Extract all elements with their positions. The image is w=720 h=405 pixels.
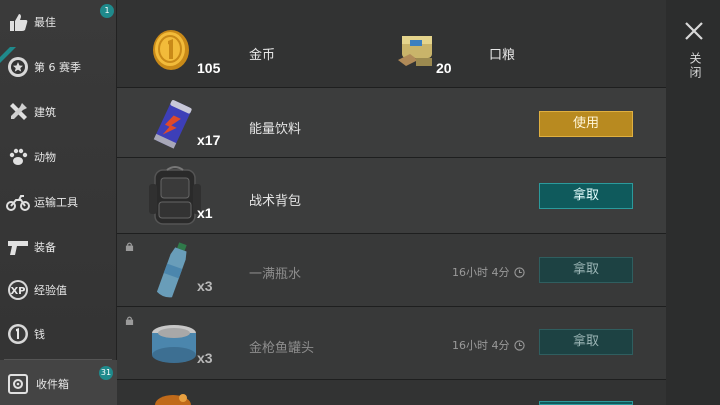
sidebar-item-label: 收件箱 (36, 378, 69, 391)
gold-coin-icon (153, 30, 189, 70)
item-quantity: x1 (197, 205, 213, 221)
motorcycle-icon (6, 190, 30, 214)
energy-drink-icon (153, 100, 192, 149)
close-button-label[interactable]: 关闭 (684, 52, 704, 80)
lock-icon (125, 316, 134, 325)
take-button-partial[interactable] (539, 401, 633, 405)
sidebar-item-season[interactable]: 第 6 赛季 (0, 45, 117, 89)
roast-chicken-icon (155, 394, 191, 405)
inbox-list: 105 金币 20 口粮 x17 能量饮料 使用 x1 战术背包 拿取 x3 一… (117, 0, 666, 405)
take-button[interactable]: 拿取 (539, 257, 633, 283)
notification-badge: 1 (100, 4, 114, 18)
sidebar-item-label: 动物 (34, 151, 56, 164)
list-item: x1 战术背包 拿取 (117, 158, 666, 234)
sidebar-item-money[interactable]: 钱 (0, 312, 117, 356)
sidebar-item-label: 经验值 (34, 284, 67, 297)
category-sidebar: 最佳 1 第 6 赛季 建筑 动物 运输工具 装备 XP 经验值 钱 收件箱 3… (0, 0, 117, 405)
list-item: 105 金币 20 口粮 (117, 0, 666, 88)
tools-icon (6, 100, 30, 124)
clock-icon (513, 266, 525, 278)
notification-badge: 31 (99, 366, 113, 380)
timer-text: 16小时 4分 (452, 339, 510, 352)
item-name: 能量饮料 (249, 122, 302, 137)
item-quantity: x17 (197, 132, 221, 148)
list-item: x3 一满瓶水 16小时 4分 拿取 (117, 234, 666, 307)
item-name: 金币 (249, 48, 276, 63)
sidebar-item-label: 钱 (34, 328, 45, 341)
sidebar-item-label: 装备 (34, 241, 56, 254)
tuna-can-icon (152, 325, 196, 363)
take-button[interactable]: 拿取 (539, 329, 633, 355)
list-item: x17 能量饮料 使用 (117, 88, 666, 158)
backpack-icon (149, 166, 201, 225)
item-quantity: x3 (197, 350, 213, 366)
item-name: 战术背包 (249, 194, 302, 209)
use-button[interactable]: 使用 (539, 111, 633, 137)
item-quantity: 105 (197, 60, 221, 76)
sidebar-item-transport[interactable]: 运输工具 (0, 180, 117, 224)
item-name: 金枪鱼罐头 (249, 341, 315, 356)
item-quantity: 20 (436, 60, 452, 76)
water-bottle-icon (156, 242, 187, 298)
xp-icon: XP (6, 278, 30, 302)
ration-box-icon (398, 36, 432, 66)
paw-icon (6, 145, 30, 169)
coin-icon (6, 322, 30, 346)
timer-text: 16小时 4分 (452, 266, 510, 279)
sidebar-item-label: 最佳 (34, 16, 56, 29)
sidebar-item-label: 建筑 (34, 106, 56, 119)
sidebar-item-label: 运输工具 (34, 196, 78, 209)
pistol-icon (6, 235, 30, 259)
svg-text:XP: XP (10, 286, 25, 297)
item-quantity: x3 (197, 278, 213, 294)
take-button[interactable]: 拿取 (539, 183, 633, 209)
item-name: 口粮 (489, 48, 516, 63)
cooldown-timer: 16小时 4分 (452, 264, 525, 280)
clock-icon (513, 339, 525, 351)
inbox-icon (6, 372, 30, 396)
sidebar-item-animals[interactable]: 动物 (0, 135, 117, 179)
sidebar-item-building[interactable]: 建筑 (0, 90, 117, 134)
sidebar-item-equipment[interactable]: 装备 (0, 225, 117, 269)
sidebar-item-inbox[interactable]: 收件箱 31 (0, 360, 117, 405)
sidebar-item-best[interactable]: 最佳 1 (0, 0, 117, 44)
lock-icon (125, 242, 134, 251)
close-icon[interactable] (683, 20, 705, 42)
sidebar-item-label: 第 6 赛季 (34, 61, 81, 74)
list-item: x3 金枪鱼罐头 16小时 4分 拿取 (117, 307, 666, 380)
sidebar-item-xp[interactable]: XP 经验值 (0, 268, 117, 312)
cooldown-timer: 16小时 4分 (452, 337, 525, 353)
list-item (117, 380, 666, 405)
new-ribbon-icon (0, 47, 16, 63)
thumbs-up-icon (6, 10, 30, 34)
item-name: 一满瓶水 (249, 267, 302, 282)
